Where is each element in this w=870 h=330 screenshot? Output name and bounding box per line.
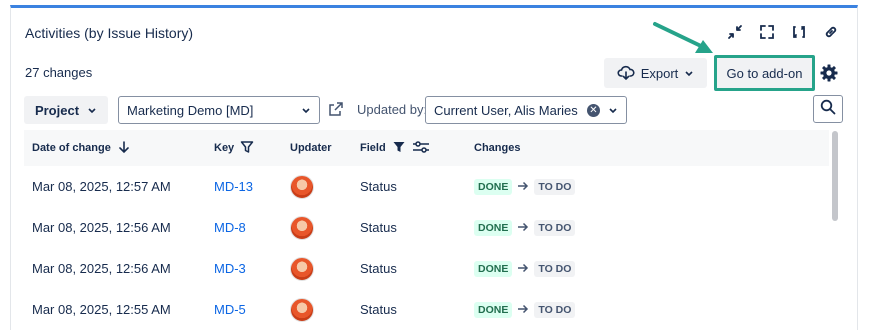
go-to-addon-button[interactable]: Go to add-on: [714, 55, 815, 91]
status-from-badge: DONE: [474, 301, 513, 318]
export-label: Export: [640, 65, 679, 81]
table-row[interactable]: Mar 08, 2025, 12:55 AM MD-5 Status DONE …: [24, 289, 829, 330]
row-field: Status: [360, 179, 397, 194]
sliders-icon[interactable]: [412, 140, 430, 157]
avatar[interactable]: [290, 215, 314, 240]
row-date: Mar 08, 2025, 12:57 AM: [32, 179, 171, 194]
status-to-badge: TO DO: [534, 301, 576, 318]
chevron-down-icon: [608, 103, 618, 118]
chevron-down-icon: [301, 103, 311, 118]
change-count: 27 changes: [25, 65, 93, 80]
arrow-right-icon: [517, 302, 529, 317]
cloud-download-icon: [617, 64, 635, 83]
avatar-cell: [290, 248, 314, 289]
col-changes-header[interactable]: Changes: [474, 130, 520, 166]
table-row[interactable]: Mar 08, 2025, 12:57 AM MD-13 Status DONE…: [24, 166, 829, 207]
col-updater-header[interactable]: Updater: [290, 130, 332, 166]
filter-icon[interactable]: [240, 140, 254, 157]
status-to-badge: TO DO: [534, 219, 576, 236]
avatar[interactable]: [290, 256, 314, 281]
status-from-badge: DONE: [474, 219, 513, 236]
col-field-label: Field: [360, 142, 386, 154]
row-date: Mar 08, 2025, 12:56 AM: [32, 220, 171, 235]
col-updater-label: Updater: [290, 142, 332, 154]
row-field: Status: [360, 220, 397, 235]
project-select-value: Marketing Demo [MD]: [127, 102, 254, 118]
minimize-icon[interactable]: [725, 22, 745, 42]
updated-by-select[interactable]: Current User, Alis Maries ✕: [425, 96, 627, 124]
row-date: Mar 08, 2025, 12:55 AM: [32, 302, 171, 317]
arrow-right-icon: [517, 220, 529, 235]
table-row[interactable]: Mar 08, 2025, 12:56 AM MD-8 Status DONE …: [24, 207, 829, 248]
arrow-down-icon[interactable]: [117, 140, 131, 157]
external-link-icon[interactable]: [328, 101, 346, 119]
row-changes: DONE TO DO: [474, 166, 576, 207]
row-key-link[interactable]: MD-13: [214, 166, 253, 207]
table-row[interactable]: Mar 08, 2025, 12:56 AM MD-3 Status DONE …: [24, 248, 829, 289]
arrow-right-icon: [517, 261, 529, 276]
export-button[interactable]: Export: [604, 58, 707, 88]
row-field: Status: [360, 302, 397, 317]
avatar-cell: [290, 207, 314, 248]
refresh-icon[interactable]: [789, 22, 809, 42]
filter-icon[interactable]: [392, 140, 406, 157]
chevron-down-icon: [684, 66, 694, 81]
arrow-right-icon: [517, 179, 529, 194]
status-from-badge: DONE: [474, 260, 513, 277]
avatar[interactable]: [290, 174, 314, 199]
activities-panel: Activities (by Issue History) 27 changes: [10, 5, 858, 330]
status-from-badge: DONE: [474, 178, 513, 195]
status-to-badge: TO DO: [534, 260, 576, 277]
project-filter-button[interactable]: Project: [24, 96, 108, 124]
activity-table: Date of change Key Updater Field Changes…: [24, 130, 829, 330]
table-header: Date of change Key Updater Field Changes: [24, 130, 829, 166]
scrollbar-thumb[interactable]: [832, 131, 838, 221]
row-changes: DONE TO DO: [474, 248, 576, 289]
project-select[interactable]: Marketing Demo [MD]: [118, 96, 320, 124]
col-date-label: Date of change: [32, 142, 111, 154]
col-field-header[interactable]: Field: [360, 130, 430, 166]
panel-title: Activities (by Issue History): [25, 25, 194, 41]
row-field: Status: [360, 261, 397, 276]
gear-icon[interactable]: [818, 62, 840, 84]
avatar-cell: [290, 166, 314, 207]
updated-by-label: Updated by:: [357, 102, 428, 117]
row-changes: DONE TO DO: [474, 289, 576, 330]
status-to-badge: TO DO: [534, 178, 576, 195]
chevron-down-icon: [87, 103, 97, 118]
filter-bar: Project Marketing Demo [MD] Updated by: …: [24, 95, 627, 125]
search-icon: [820, 99, 836, 120]
col-key-header[interactable]: Key: [214, 130, 254, 166]
clear-icon[interactable]: ✕: [587, 103, 600, 117]
fullscreen-icon[interactable]: [757, 22, 777, 42]
row-changes: DONE TO DO: [474, 207, 576, 248]
search-button[interactable]: [813, 95, 843, 123]
row-key-link[interactable]: MD-5: [214, 289, 246, 330]
avatar-cell: [290, 289, 314, 330]
row-key-link[interactable]: MD-3: [214, 248, 246, 289]
updated-by-value: Current User, Alis Maries: [434, 102, 578, 118]
link-icon[interactable]: [821, 22, 841, 42]
col-changes-label: Changes: [474, 142, 521, 154]
row-key-link[interactable]: MD-8: [214, 207, 246, 248]
panel-actions: [725, 22, 841, 42]
col-key-label: Key: [214, 142, 235, 154]
project-filter-label: Project: [34, 102, 80, 118]
col-date-header[interactable]: Date of change: [32, 130, 131, 166]
avatar[interactable]: [290, 297, 314, 322]
row-date: Mar 08, 2025, 12:56 AM: [32, 261, 171, 276]
